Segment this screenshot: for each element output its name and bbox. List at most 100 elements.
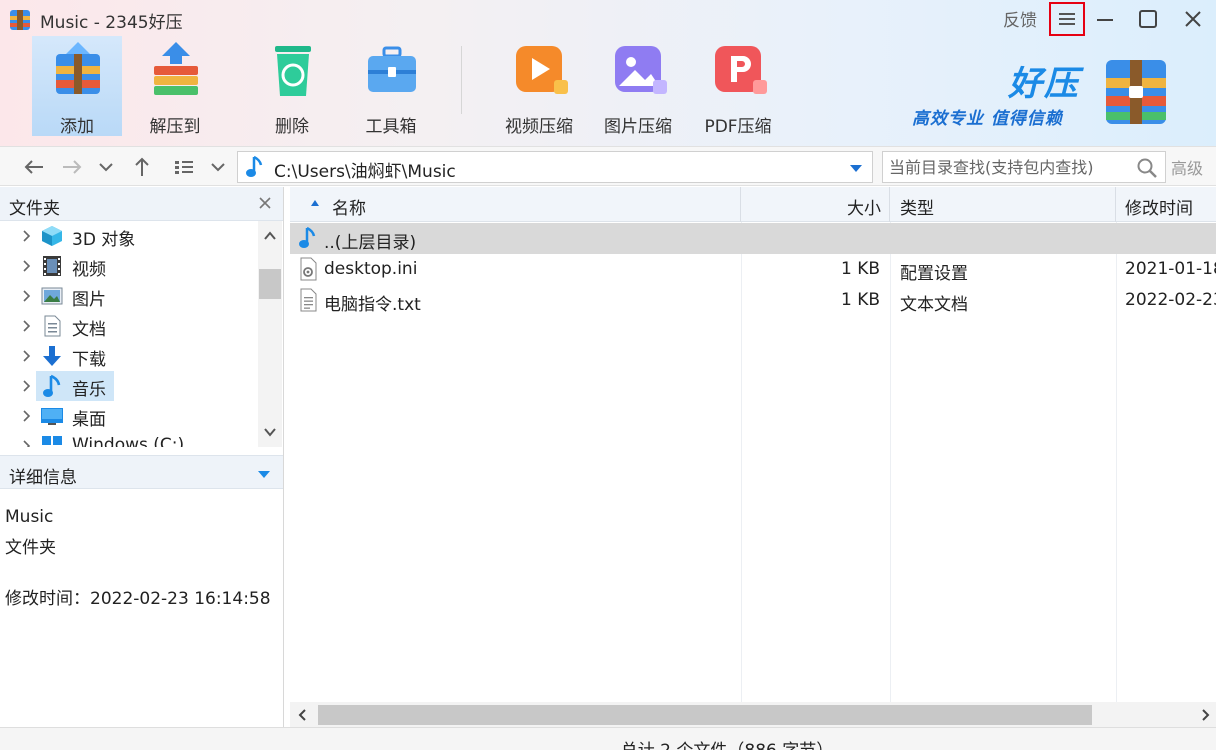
address-dropdown-icon[interactable] [848,161,864,175]
extract-icon [154,42,198,95]
collapse-triangle-icon[interactable] [256,468,272,480]
view-mode-button[interactable] [170,154,198,180]
status-text: 总计 2 个文件（886 字节） [0,736,1216,750]
details-name: Music [5,507,54,527]
brand-area: 好压 高效专业 值得信赖 [910,50,1200,130]
text-file-icon [300,288,317,312]
sort-ascending-icon [311,200,319,206]
scroll-down-icon[interactable] [258,417,282,447]
toolbar-separator [461,46,462,114]
file-type: 文本文档 [900,295,968,315]
windows-drive-icon [42,436,62,445]
minimize-icon [1097,19,1113,21]
column-type-label: 类型 [900,199,934,219]
file-name: 电脑指令.txt [324,295,421,315]
list-view-icon [175,161,193,174]
tree-item-desktop[interactable]: 桌面 [0,401,258,431]
scroll-left-icon[interactable] [294,706,312,724]
delete-label: 删除 [275,117,309,137]
minimize-button[interactable] [1088,4,1122,34]
column-header-size[interactable]: 大小 [741,187,890,222]
status-bar: 总计 2 个文件（886 字节） [0,727,1216,750]
column-header-modified[interactable]: 修改时间 [1116,187,1216,222]
desktop-folder-icon [41,408,63,425]
documents-folder-icon [44,315,61,337]
tree-item-downloads[interactable]: 下载 [0,341,258,371]
close-icon [1185,11,1201,27]
search-icon[interactable] [1135,156,1159,180]
file-row[interactable]: 电脑指令.txt 1 KB 文本文档 2022-02-23 [290,285,1216,316]
chevron-right-icon[interactable] [20,410,32,422]
forward-button[interactable] [58,154,86,180]
column-header-name[interactable]: 名称 [290,187,741,222]
tree-item-windows-drive[interactable]: Windows (C:) [0,431,258,447]
column-name-label: 名称 [332,199,366,219]
video-folder-icon [43,256,61,276]
file-list-horizontal-scrollbar[interactable] [290,702,1216,727]
chevron-right-icon[interactable] [20,230,32,242]
details-panel-header[interactable]: 详细信息 [0,455,283,489]
brand-logo-icon [1106,60,1166,124]
pdf-compress-icon [715,46,767,94]
main-menu-button[interactable] [1049,2,1085,36]
file-row[interactable]: desktop.ini 1 KB 配置设置 2021-01-18 [290,254,1216,285]
file-modified: 2021-01-18 [1125,259,1216,279]
chevron-right-icon[interactable] [20,440,32,447]
tree-item-3d-objects[interactable]: 3D 对象 [0,221,258,251]
chevron-down-icon [211,163,225,172]
folder-tree-scroll-thumb[interactable] [259,269,281,299]
delete-button[interactable]: 删除 [247,36,337,137]
video-compress-label: 视频压缩 [505,117,573,137]
navigation-bar: C:\Users\油焖虾\Music 高级 [0,146,1216,186]
back-button[interactable] [20,154,48,180]
tree-item-label: 3D 对象 [72,230,136,250]
file-row-parent-directory[interactable]: ..(上层目录) [290,223,1216,254]
history-dropdown-button[interactable] [94,154,118,180]
maximize-icon [1139,10,1157,28]
tree-item-videos[interactable]: 视频 [0,251,258,281]
column-header-type[interactable]: 类型 [890,187,1116,222]
chevron-right-icon[interactable] [20,260,32,272]
horizontal-scroll-thumb[interactable] [318,705,1092,725]
extract-to-label: 解压到 [149,117,201,137]
add-archive-icon [56,42,100,94]
chevron-right-icon[interactable] [20,290,32,302]
scroll-up-icon[interactable] [258,221,282,251]
details-panel-title: 详细信息 [9,468,77,488]
chevron-right-icon[interactable] [20,320,32,332]
music-folder-icon [43,374,61,397]
search-box [882,151,1166,183]
tree-item-music[interactable]: 音乐 [0,371,258,401]
search-input[interactable] [889,154,1133,180]
tree-item-documents[interactable]: 文档 [0,311,258,341]
file-name: desktop.ini [324,259,418,279]
add-button[interactable]: 添加 [32,36,122,137]
brand-slogan: 高效专业 值得信赖 [912,109,1063,129]
video-compress-button[interactable]: 视频压缩 [494,36,584,137]
up-level-button[interactable] [128,154,156,180]
close-window-button[interactable] [1176,4,1210,34]
download-folder-icon [43,346,61,366]
advanced-search-link[interactable]: 高级 [1171,155,1203,179]
tree-item-pictures[interactable]: 图片 [0,281,258,311]
toolbox-button[interactable]: 工具箱 [346,36,436,137]
feedback-link[interactable]: 反馈 [1003,6,1037,31]
address-field[interactable]: C:\Users\油焖虾\Music [237,151,873,183]
close-folders-panel-button[interactable] [254,192,276,214]
maximize-button[interactable] [1131,4,1165,34]
chevron-right-icon[interactable] [20,380,32,392]
view-mode-dropdown-button[interactable] [206,154,230,180]
toolbox-label: 工具箱 [365,117,417,137]
arrow-up-icon [135,157,149,176]
image-compress-button[interactable]: 图片压缩 [593,36,683,137]
arrow-left-icon [24,160,43,174]
pdf-compress-button[interactable]: PDF压缩 [693,36,783,137]
file-list: 名称 大小 类型 修改时间 ..(上层目录) desktop.ini 1 KB … [290,187,1216,727]
pdf-compress-label: PDF压缩 [704,117,772,137]
extract-to-button[interactable]: 解压到 [130,36,220,137]
chevron-right-icon[interactable] [20,350,32,362]
folder-tree-scrollbar[interactable] [258,221,282,447]
tree-item-label: 视频 [72,260,106,280]
scroll-right-icon[interactable] [1196,706,1214,724]
file-list-header: 名称 大小 类型 修改时间 [290,187,1216,222]
